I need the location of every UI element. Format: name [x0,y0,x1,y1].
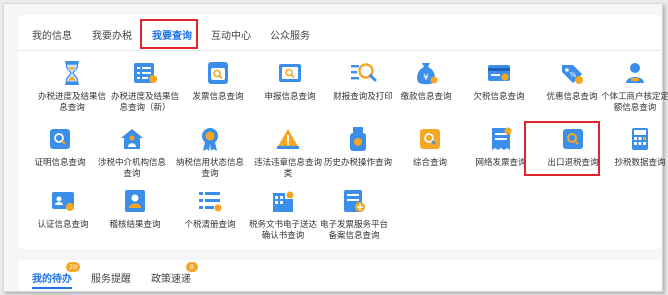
credit-medal-icon [202,128,218,151]
person-icon [626,63,644,83]
item-composite-query[interactable]: 综合查询 [393,125,467,169]
svg-text:%: % [570,71,577,79]
tab-my-info[interactable]: 我的信息 [32,27,72,42]
tab-tax-handling[interactable]: 我要办税 [92,27,132,42]
agency-house-icon [121,129,143,149]
item-violation-query[interactable]: 违法违章信息查询类 [251,125,325,180]
item-label: 税务文书电子送达确认书查询 [248,220,317,241]
item-label: 个体工商户核定定额信息查询 [600,92,668,113]
document-list-icon [134,63,157,83]
item-declaration-query[interactable]: 申报信息查询 [253,59,327,103]
tab-policy-express[interactable]: 政策速递 [151,270,191,285]
item-individual-quota[interactable]: 个体工商户核定定额信息查询 [598,59,668,114]
building-icon [273,191,294,212]
item-tax-progress[interactable]: 办税进度及结果信息查询 [35,59,109,114]
history-usb-icon [350,127,366,151]
item-label: 发票信息查询 [192,92,244,102]
item-credit-status[interactable]: 纳税信用状态信息查询 [173,125,247,180]
item-label: 欠税信息查询 [473,92,525,102]
item-label: 证明信息查询 [34,158,86,168]
e-invoice-filing-icon [344,190,365,212]
audit-person-icon [125,190,145,212]
item-label: 历史办税操作查询 [323,158,392,168]
item-payment-query[interactable]: ¥ 缴款信息查询 [389,59,463,103]
tab-my-todo[interactable]: 我的待办 [32,270,72,285]
main-tabs: 我的信息 我要办税 我要查询 互动中心 公众服务 [18,15,661,51]
item-label: 办税进度及结果信息查询 [37,92,106,113]
item-label: 办税进度及结果信息查询（新） [110,92,179,113]
card-icon [488,65,510,81]
id-card-icon [52,192,74,211]
tab-public-service[interactable]: 公众服务 [270,27,310,42]
app-frame: 我的信息 我要办税 我要查询 互动中心 公众服务 办税进度及结果信息查询 办税进… [3,3,668,292]
item-copy-tax-data[interactable]: 抄税数据查询 [603,125,668,169]
item-label: 涉税中介机构信息查询 [97,158,166,179]
item-certificate-query[interactable]: 证明信息查询 [23,125,97,169]
item-agency-query[interactable]: 涉税中介机构信息查询 [95,125,169,180]
item-invoice-query[interactable]: 发票信息查询 [181,59,255,103]
item-arrears-query[interactable]: 欠税信息查询 [462,59,536,103]
money-bag-icon: ¥ [417,63,438,85]
warning-icon [277,129,299,149]
todo-panel: 我的待办 20 服务提醒 政策速递 8 [18,260,661,290]
report-search-icon [351,63,377,82]
highlight-box-query-tab [140,19,198,49]
item-label: 缴款信息查询 [400,92,452,102]
svg-text:¥: ¥ [423,73,429,83]
tab-interaction[interactable]: 互动中心 [211,27,251,42]
item-tax-progress-new[interactable]: 办税进度及结果信息查询（新） [108,59,182,114]
item-authentication-query[interactable]: 认证信息查询 [26,187,100,231]
hourglass-icon [65,61,79,85]
highlight-box-export-refund [524,121,600,176]
item-label: 纳税信用状态信息查询 [175,158,244,179]
item-e-delivery-confirmation[interactable]: 税务文书电子送达确认书查询 [246,187,320,242]
item-label: 违法违章信息查询类 [253,158,322,179]
policy-count-badge: 8 [186,262,198,272]
item-label: 个税清册查询 [184,220,236,230]
query-panel: 我的信息 我要办税 我要查询 互动中心 公众服务 办税进度及结果信息查询 办税进… [18,15,668,249]
todo-count-badge: 20 [66,262,81,272]
item-audit-result[interactable]: 稽核结果查询 [98,187,172,231]
item-e-invoice-filing[interactable]: 电子发票服务平台备案信息查询 [317,187,391,242]
item-label: 稽核结果查询 [109,220,161,230]
tab-service-reminder[interactable]: 服务提醒 [91,270,131,285]
composite-search-icon [420,129,440,149]
online-invoice-icon [492,127,512,150]
item-label: 抄税数据查询 [614,158,666,168]
item-label: 认证信息查询 [37,220,89,230]
item-personal-tax-list[interactable]: 个税清册查询 [173,187,247,231]
item-history-operation[interactable]: 历史办税操作查询 [321,125,395,169]
discount-tag-icon: % [562,65,583,84]
invoice-search-icon [208,62,228,84]
tax-list-icon [199,192,222,212]
certificate-search-icon [50,129,70,149]
item-label: 综合查询 [412,158,447,168]
calculator-icon [632,128,648,150]
item-label: 电子发票服务平台备案信息查询 [319,220,388,241]
item-label: 申报信息查询 [264,92,316,102]
active-bottom-tab-underline [32,287,72,289]
declaration-search-icon [279,64,301,82]
